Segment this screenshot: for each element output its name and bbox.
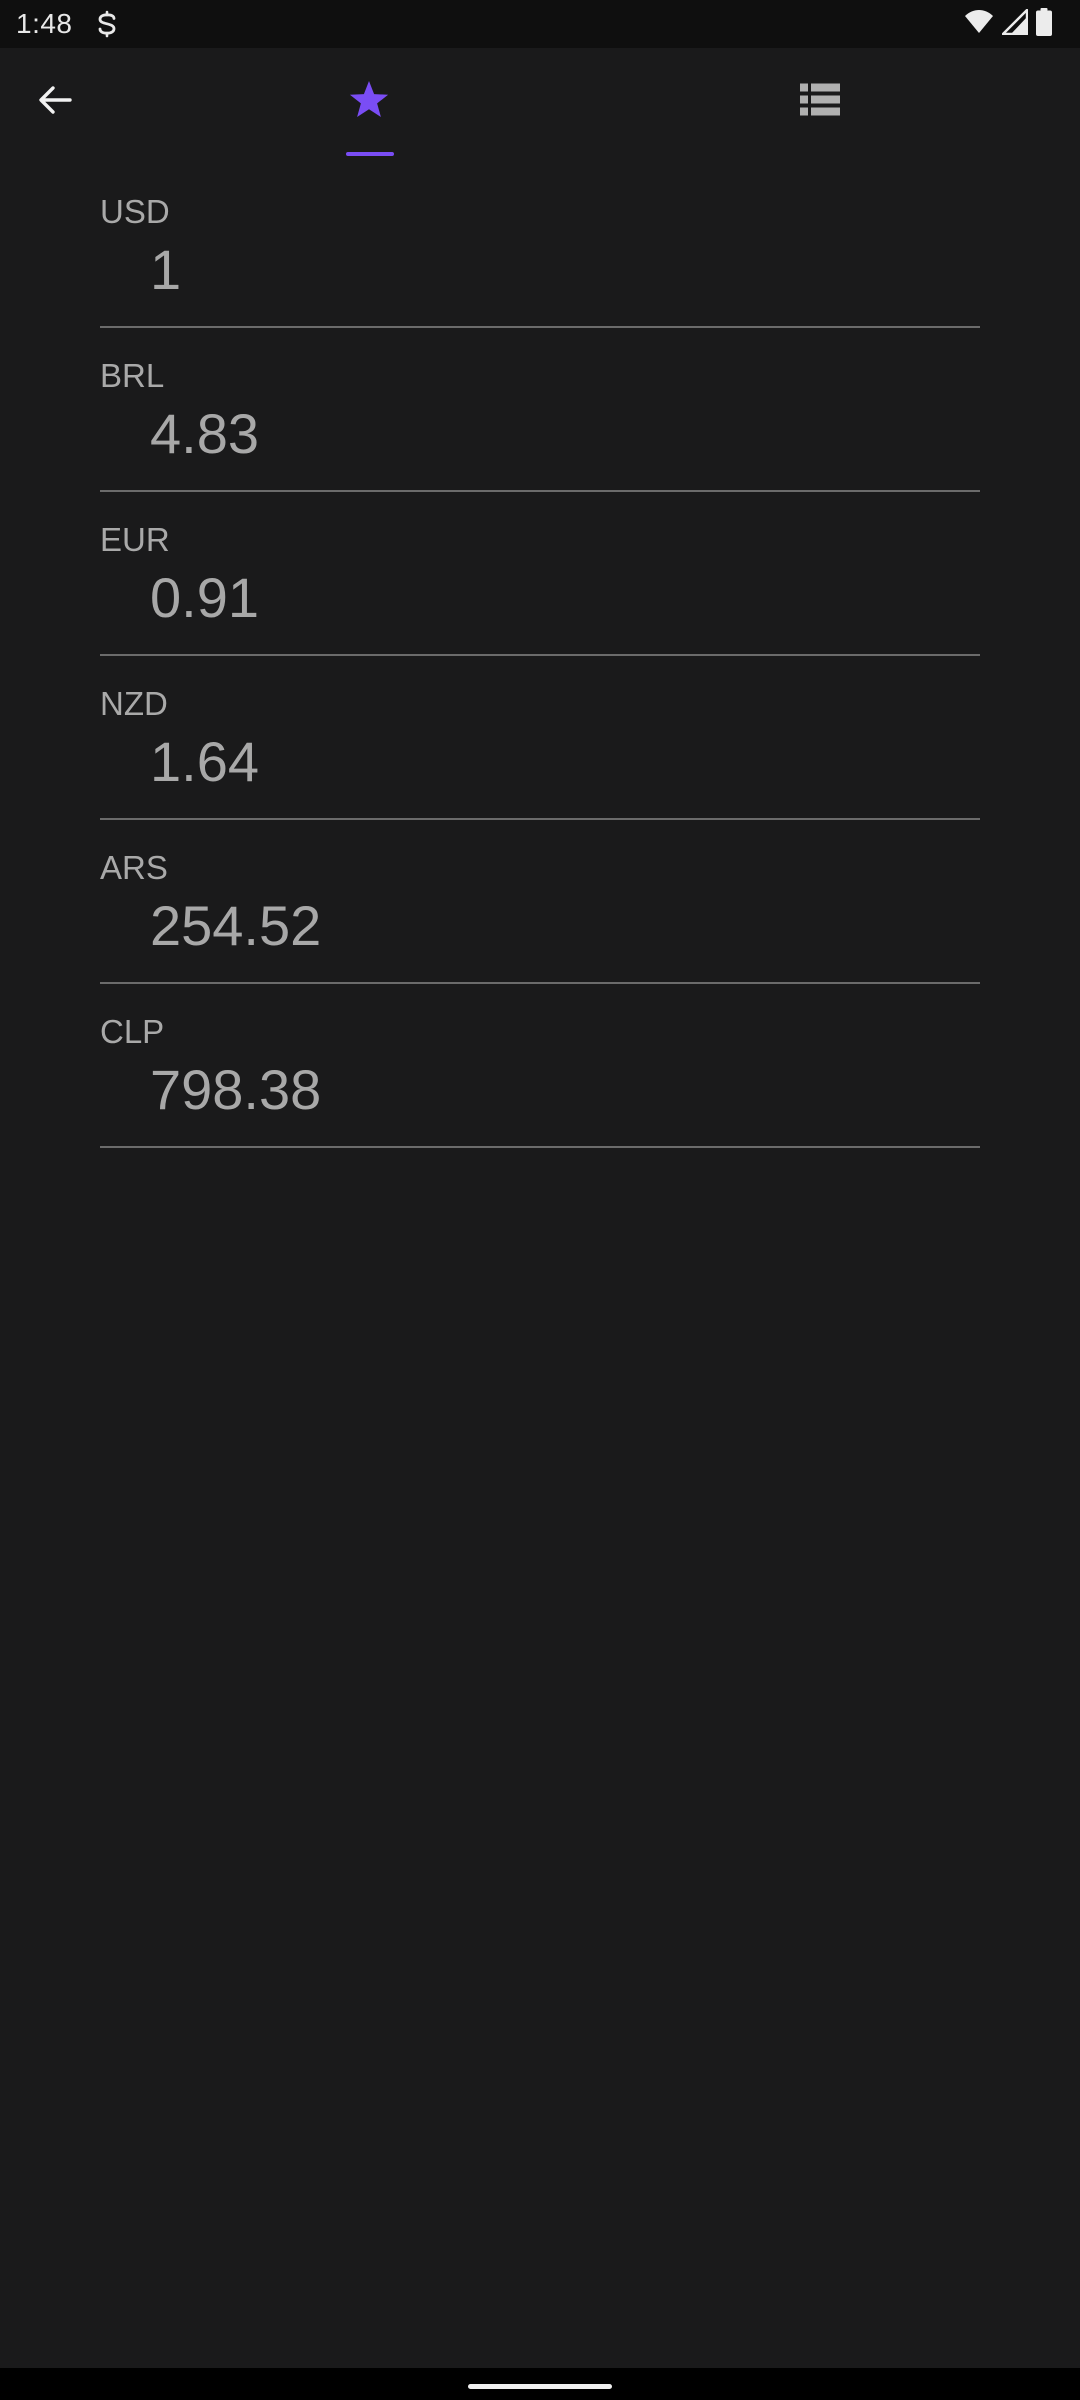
currency-code: USD (100, 193, 170, 230)
currency-value: 4.83 (150, 402, 259, 465)
currency-code: BRL (100, 357, 165, 394)
back-button[interactable] (24, 78, 88, 126)
currency-screen: USD 1 BRL 4.83 EUR 0.91 NZD 1.64 ARS 254… (0, 48, 1080, 2368)
star-icon (348, 80, 390, 125)
currency-value: 1.64 (150, 730, 259, 793)
signal-icon (1001, 8, 1029, 40)
currency-value: 0.91 (150, 566, 259, 629)
status-time: 1:48 (16, 8, 73, 39)
currency-code: NZD (100, 685, 168, 722)
currency-row-brl[interactable]: BRL 4.83 (100, 328, 980, 492)
currency-row-clp[interactable]: CLP 798.38 (100, 984, 980, 1148)
navigation-bar (0, 2368, 1080, 2400)
currency-list: USD 1 BRL 4.83 EUR 0.91 NZD 1.64 ARS 254… (100, 164, 980, 1148)
status-icons (964, 7, 1052, 41)
list-icon (800, 82, 840, 123)
wifi-icon (964, 9, 994, 40)
battery-icon (1036, 7, 1052, 41)
tab-indicator (346, 152, 394, 156)
top-bar (0, 48, 1080, 156)
tab-list[interactable] (780, 48, 860, 156)
currency-value: 798.38 (150, 1058, 322, 1121)
s-notification-icon (94, 9, 120, 39)
currency-row-nzd[interactable]: NZD 1.64 (100, 656, 980, 820)
arrow-back-icon (36, 80, 76, 125)
currency-code: CLP (100, 1013, 165, 1050)
currency-row-usd[interactable]: USD 1 (100, 164, 980, 328)
currency-value: 1 (150, 238, 182, 301)
currency-row-ars[interactable]: ARS 254.52 (100, 820, 980, 984)
home-handle[interactable] (468, 2384, 612, 2389)
currency-code: EUR (100, 521, 170, 558)
status-bar: 1:48 (0, 0, 1080, 48)
currency-row-eur[interactable]: EUR 0.91 (100, 492, 980, 656)
tab-favorites[interactable] (330, 48, 408, 156)
currency-code: ARS (100, 849, 168, 886)
currency-value: 254.52 (150, 894, 322, 957)
